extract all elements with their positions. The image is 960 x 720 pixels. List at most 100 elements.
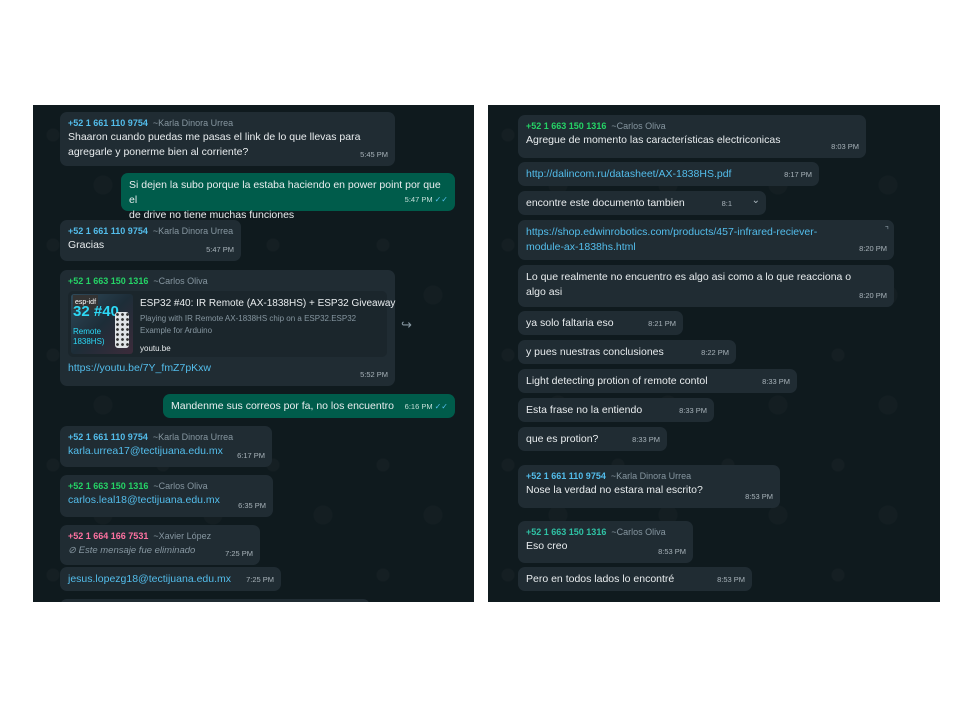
message-text: Si dejen la subo porque la estaba hacien… [129,179,441,221]
message-time: 8:20 PM [859,244,887,253]
video-thumbnail[interactable]: esp-idf 32 #40 Remote 1838HS) [71,294,133,354]
message-bubble[interactable]: encontre este documento tambien 8:1 ⌄ [518,191,766,215]
message-time: 8:33 PM [762,377,790,386]
sender-phone[interactable]: +52 1 663 150 1316 [526,121,606,131]
message-time: 6:35 PM [238,501,266,510]
message-link[interactable]: http://dalincom.ru/datasheet/AX-1838HS.p… [526,167,811,182]
message-time: 8:17 PM [784,170,812,179]
preview-description: Playing with IR Remote AX-1838HS chip on… [140,314,357,335]
message-time: 8:53 PM [717,575,745,584]
sender-phone[interactable]: +52 1 661 110 9754 [68,118,148,128]
message-time: 6:16 PM ✓✓ [404,402,448,411]
message-time: 5:45 PM [360,150,388,159]
message-bubble[interactable]: Esta frase no la entiendo 8:33 PM [518,398,714,422]
read-ticks-icon: ✓✓ [434,195,448,204]
sender-line: +52 1 661 110 9754 ~Karla Dinora Urrea [526,470,772,483]
read-ticks-icon: ✓✓ [434,402,448,411]
sender-line: +52 1 663 150 1316 ~Carlos Oliva [526,526,685,539]
message-bubble[interactable]: +52 1 661 110 9754 ~Karla Dinora Urrea Gr… [60,220,241,261]
sender-alias: ~Karla Dinora Urrea [152,226,234,236]
message-bubble[interactable]: Lo que realmente no encuentro es algo as… [518,265,894,307]
message-bubble[interactable]: Light detecting protion of remote contol… [518,369,797,393]
message-link[interactable]: https://youtu.be/7Y_fmZ7pKxw [68,361,387,376]
sender-line: +52 1 661 110 9754 ~Karla Dinora Urrea [68,431,264,444]
message-bubble[interactable]: +52 1 663 150 1316 ~Carlos Oliva Agregue … [518,115,866,158]
message-bubble[interactable]: +52 1 661 110 9754 ~Karla Dinora Urrea Sh… [60,112,395,166]
message-bubble-outgoing[interactable]: Si dejen la subo porque la estaba hacien… [121,173,455,221]
chat-panel-right: +52 1 663 150 1316 ~Carlos Oliva Agregue … [488,105,940,602]
message-time: 5:52 PM [360,370,388,379]
chat-panel-left: +52 1 661 110 9754 ~Karla Dinora Urrea Sh… [33,105,474,602]
message-bubble[interactable]: que es protion? 8:33 PM [518,427,667,451]
message-bubble[interactable]: http://dalincom.ru/datasheet/AX-1838HS.p… [518,162,819,186]
message-time: 8:21 PM [648,319,676,328]
sender-alias: ~Carlos Oliva [611,121,666,131]
thumbnail-line: 1838HS) [73,337,105,346]
message-bubble[interactable]: +52 1 661 110 9754 ~Karla Dinora Urrea ka… [60,426,272,467]
message-bubble-outgoing[interactable]: Mandenme sus correos por fa, no los encu… [163,394,455,418]
sender-alias: ~Karla Dinora Urrea [152,432,234,442]
message-time: 7:25 PM [246,575,274,584]
message-bubble[interactable]: +52 1 663 150 1316 ~Carlos Oliva carlos.l… [60,475,273,517]
message-time: 8:20 PM [859,291,887,300]
sender-line: +52 1 661 110 9754 ~Karla Dinora Urrea [68,225,233,238]
sender-phone[interactable]: +52 1 661 110 9754 [526,471,606,481]
message-time: 6:17 PM [237,451,265,460]
sender-alias: ~Karla Dinora Urrea [610,471,692,481]
link-preview-card[interactable]: esp-idf 32 #40 Remote 1838HS) ESP32 #40:… [68,291,395,357]
message-bubble[interactable]: jesus.lopezg18@tectijuana.edu.mx 7:25 PM [60,567,281,591]
sender-phone[interactable]: +52 1 661 110 9754 [68,226,148,236]
message-text: Light detecting protion of remote contol [526,375,708,387]
sender-line: +52 1 661 110 9754 ~Karla Dinora Urrea [68,117,387,130]
message-bubble[interactable]: +52 1 664 166 7531 ~Xavier López ⊘ Este m… [60,525,260,565]
message-link[interactable]: jesus.lopezg18@tectijuana.edu.mx [68,572,273,587]
sender-phone[interactable]: +52 1 663 150 1316 [68,481,148,491]
message-time: 5:47 PM [206,245,234,254]
sender-alias: ~Carlos Oliva [153,276,208,286]
ir-remote-image [115,312,129,348]
sender-alias: ~Xavier López [153,531,212,541]
deleted-icon: ⊘ [68,545,76,556]
message-link[interactable]: karla.urrea17@tectijuana.edu.mx [68,444,264,459]
message-link[interactable]: https://shop.edwinrobotics.com/products/… [526,225,886,255]
message-time: 5:47 PM ✓✓ [404,195,448,204]
message-time: 8:33 PM [632,435,660,444]
sender-alias: ~Carlos Oliva [611,527,666,537]
preview-domain: youtu.be [140,344,171,353]
sender-phone[interactable]: +52 1 663 150 1316 [526,527,606,537]
message-bubble[interactable]: ya solo faltaria eso 8:21 PM [518,311,683,335]
chevron-down-icon[interactable]: ⌄ [752,193,760,208]
message-bubble[interactable]: Pero en todos lados lo encontré 8:53 PM [518,567,752,591]
message-text: y pues nuestras conclusiones [526,346,664,358]
message-link[interactable]: carlos.leal18@tectijuana.edu.mx [68,493,265,508]
thumbnail-title: 32 #40 [73,303,119,320]
sender-line: +52 1 664 166 7531 ~Xavier López [68,530,252,543]
sender-alias: ~Carlos Oliva [153,481,208,491]
message-bubble-link-preview[interactable]: +52 1 663 150 1316 ~Carlos Oliva esp-idf … [60,270,395,386]
bubble-corner-icon: ⌝ [884,225,889,235]
forward-icon[interactable]: ↪ [401,317,412,333]
sender-alias: ~Karla Dinora Urrea [152,118,234,128]
message-time: 8:53 PM [745,492,773,501]
message-time: 8:53 PM [658,547,686,556]
message-bubble-partial[interactable] [60,599,370,602]
message-text: Nose la verdad no estara mal escrito? [526,484,703,496]
sender-phone[interactable]: +52 1 661 110 9754 [68,432,148,442]
message-bubble[interactable]: y pues nuestras conclusiones 8:22 PM [518,340,736,364]
sender-line: +52 1 663 150 1316 ~Carlos Oliva [526,120,858,133]
message-text: Lo que realmente no encuentro es algo as… [526,271,852,298]
sender-line: +52 1 663 150 1316 ~Carlos Oliva [68,480,265,493]
message-bubble[interactable]: +52 1 661 110 9754 ~Karla Dinora Urrea No… [518,465,780,508]
sender-line: +52 1 663 150 1316 ~Carlos Oliva [68,275,387,288]
message-time: 8:33 PM [679,406,707,415]
message-text: Shaaron cuando puedas me pasas el link d… [68,131,361,158]
message-time: 8:03 PM [831,142,859,151]
message-time: 7:25 PM [225,549,253,558]
message-time: 8:22 PM [701,348,729,357]
message-bubble[interactable]: https://shop.edwinrobotics.com/products/… [518,220,894,260]
message-time: 8:1 [721,199,732,208]
message-bubble[interactable]: +52 1 663 150 1316 ~Carlos Oliva Eso creo… [518,521,693,563]
sender-phone[interactable]: +52 1 664 166 7531 [68,531,148,541]
preview-title: ESP32 #40: IR Remote (AX-1838HS) + ESP32… [140,298,396,309]
sender-phone[interactable]: +52 1 663 150 1316 [68,276,148,286]
